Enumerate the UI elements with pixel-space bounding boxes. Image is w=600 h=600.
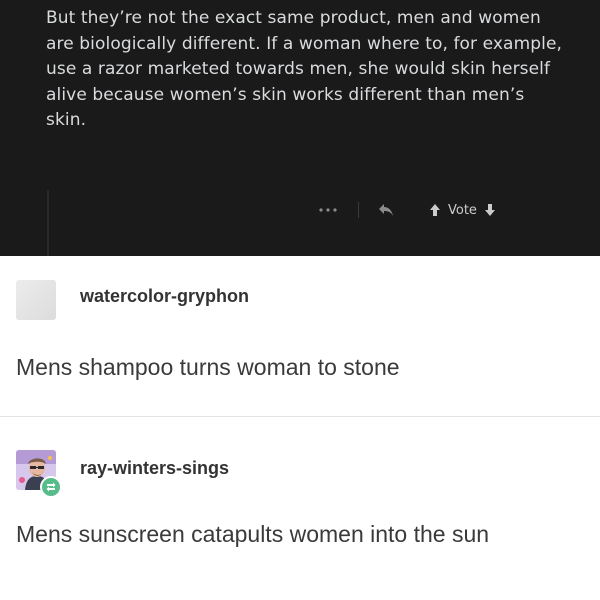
username-link[interactable]: ray-winters-sings <box>80 458 229 479</box>
vote-label: Vote <box>448 202 477 218</box>
downvote-arrow-icon[interactable] <box>484 203 496 217</box>
dark-comment-card: But they’re not the exact same product, … <box>0 0 600 256</box>
reply-text: Mens sunscreen catapults women into the … <box>16 521 490 547</box>
reblog-icon <box>40 476 62 498</box>
reply-text: Mens shampoo turns woman to stone <box>16 354 400 380</box>
reply-post: ray-winters-sings Mens sunscreen catapul… <box>0 416 600 600</box>
top-comment-text: But they’re not the exact same product, … <box>46 8 563 130</box>
action-separator <box>358 202 359 218</box>
vote-button[interactable]: Vote <box>429 203 496 218</box>
upvote-arrow-icon[interactable] <box>429 203 441 217</box>
screenshot-page: But they’re not the exact same product, … <box>0 0 600 600</box>
username-link[interactable]: watercolor-gryphon <box>80 286 249 307</box>
thread-line <box>47 190 49 256</box>
reply-post: watercolor-gryphon Mens shampoo turns wo… <box>0 256 600 416</box>
comment-action-row: Vote <box>318 198 496 222</box>
ellipsis-icon[interactable] <box>318 205 338 215</box>
avatar[interactable] <box>16 280 56 320</box>
reply-icon[interactable] <box>377 202 395 218</box>
